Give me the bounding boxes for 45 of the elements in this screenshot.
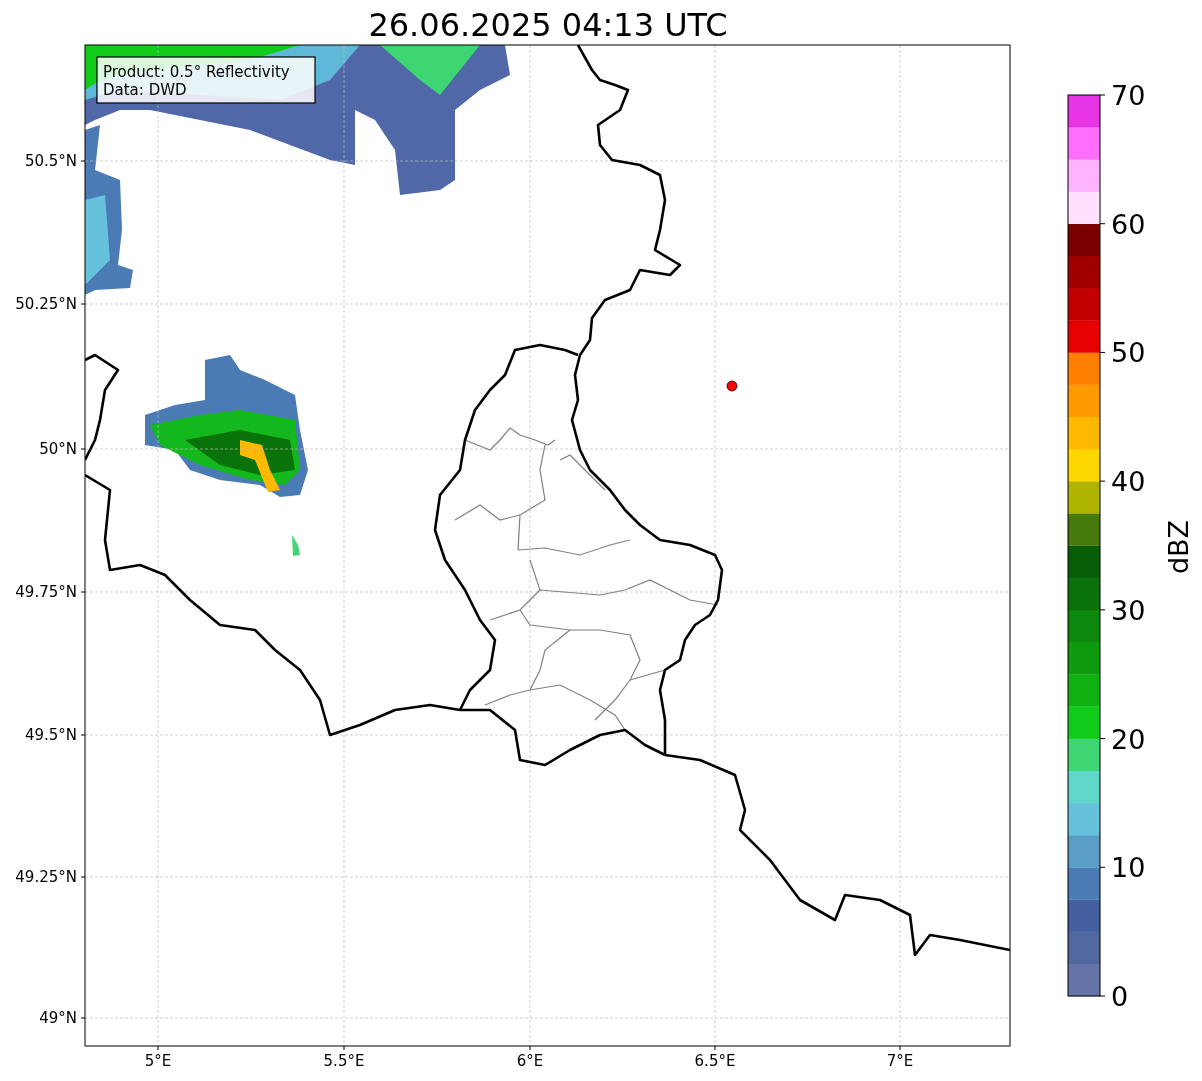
colorbar-tick-label: 20 — [1111, 723, 1146, 755]
colorbar-tick-label: 50 — [1111, 337, 1146, 369]
tick-mark — [899, 1045, 901, 1051]
latitude-label: 49.25°N — [15, 868, 77, 886]
colorbar-tick-label: 0 — [1111, 981, 1129, 1012]
longitude-label: 6.5°E — [694, 1052, 736, 1070]
tick-mark — [1099, 480, 1106, 482]
tick-mark — [1099, 995, 1106, 997]
colorbar-tick-label: 60 — [1111, 208, 1146, 240]
tick-mark — [80, 303, 86, 305]
longitude-label: 5°E — [144, 1052, 172, 1070]
tick-mark — [157, 1045, 159, 1051]
tick-mark — [80, 1017, 86, 1019]
colorbar-tick-label: 70 — [1111, 80, 1146, 111]
latitude-label: 50.5°N — [24, 152, 77, 170]
tick-mark — [80, 160, 86, 162]
tick-mark — [80, 448, 86, 450]
colorbar-tick-label: 10 — [1111, 852, 1146, 884]
colorbar-tick-label: 30 — [1111, 594, 1146, 626]
tick-mark — [1099, 94, 1106, 96]
chart-title: 26.06.2025 04:13 UTC — [368, 6, 728, 44]
tick-mark — [1099, 223, 1106, 225]
tick-mark — [1099, 738, 1106, 740]
latitude-label: 49.5°N — [24, 726, 77, 744]
longitude-label: 6°E — [516, 1052, 544, 1070]
latitude-label: 49.75°N — [15, 583, 77, 601]
tick-mark — [1099, 351, 1106, 353]
tick-mark — [1099, 609, 1106, 611]
location-marker — [726, 380, 738, 392]
info-text: Product: 0.5° Reflectivity — [103, 63, 290, 81]
tick-mark — [80, 734, 86, 736]
latitude-label: 49°N — [39, 1009, 77, 1027]
tick-mark — [343, 1045, 345, 1051]
longitude-label: 7°E — [886, 1052, 914, 1070]
tick-mark — [529, 1045, 531, 1051]
colorbar-tick-label: 40 — [1111, 466, 1146, 498]
tick-mark — [1099, 866, 1106, 868]
tick-mark — [80, 591, 86, 593]
latitude-label: 50.25°N — [15, 295, 77, 313]
tick-mark — [80, 876, 86, 878]
latitude-label: 50°N — [39, 440, 77, 458]
colorbar-label: dBZ — [1163, 519, 1194, 575]
info-text: Data: DWD — [103, 81, 187, 99]
longitude-label: 5.5°E — [323, 1052, 365, 1070]
tick-mark — [714, 1045, 716, 1051]
